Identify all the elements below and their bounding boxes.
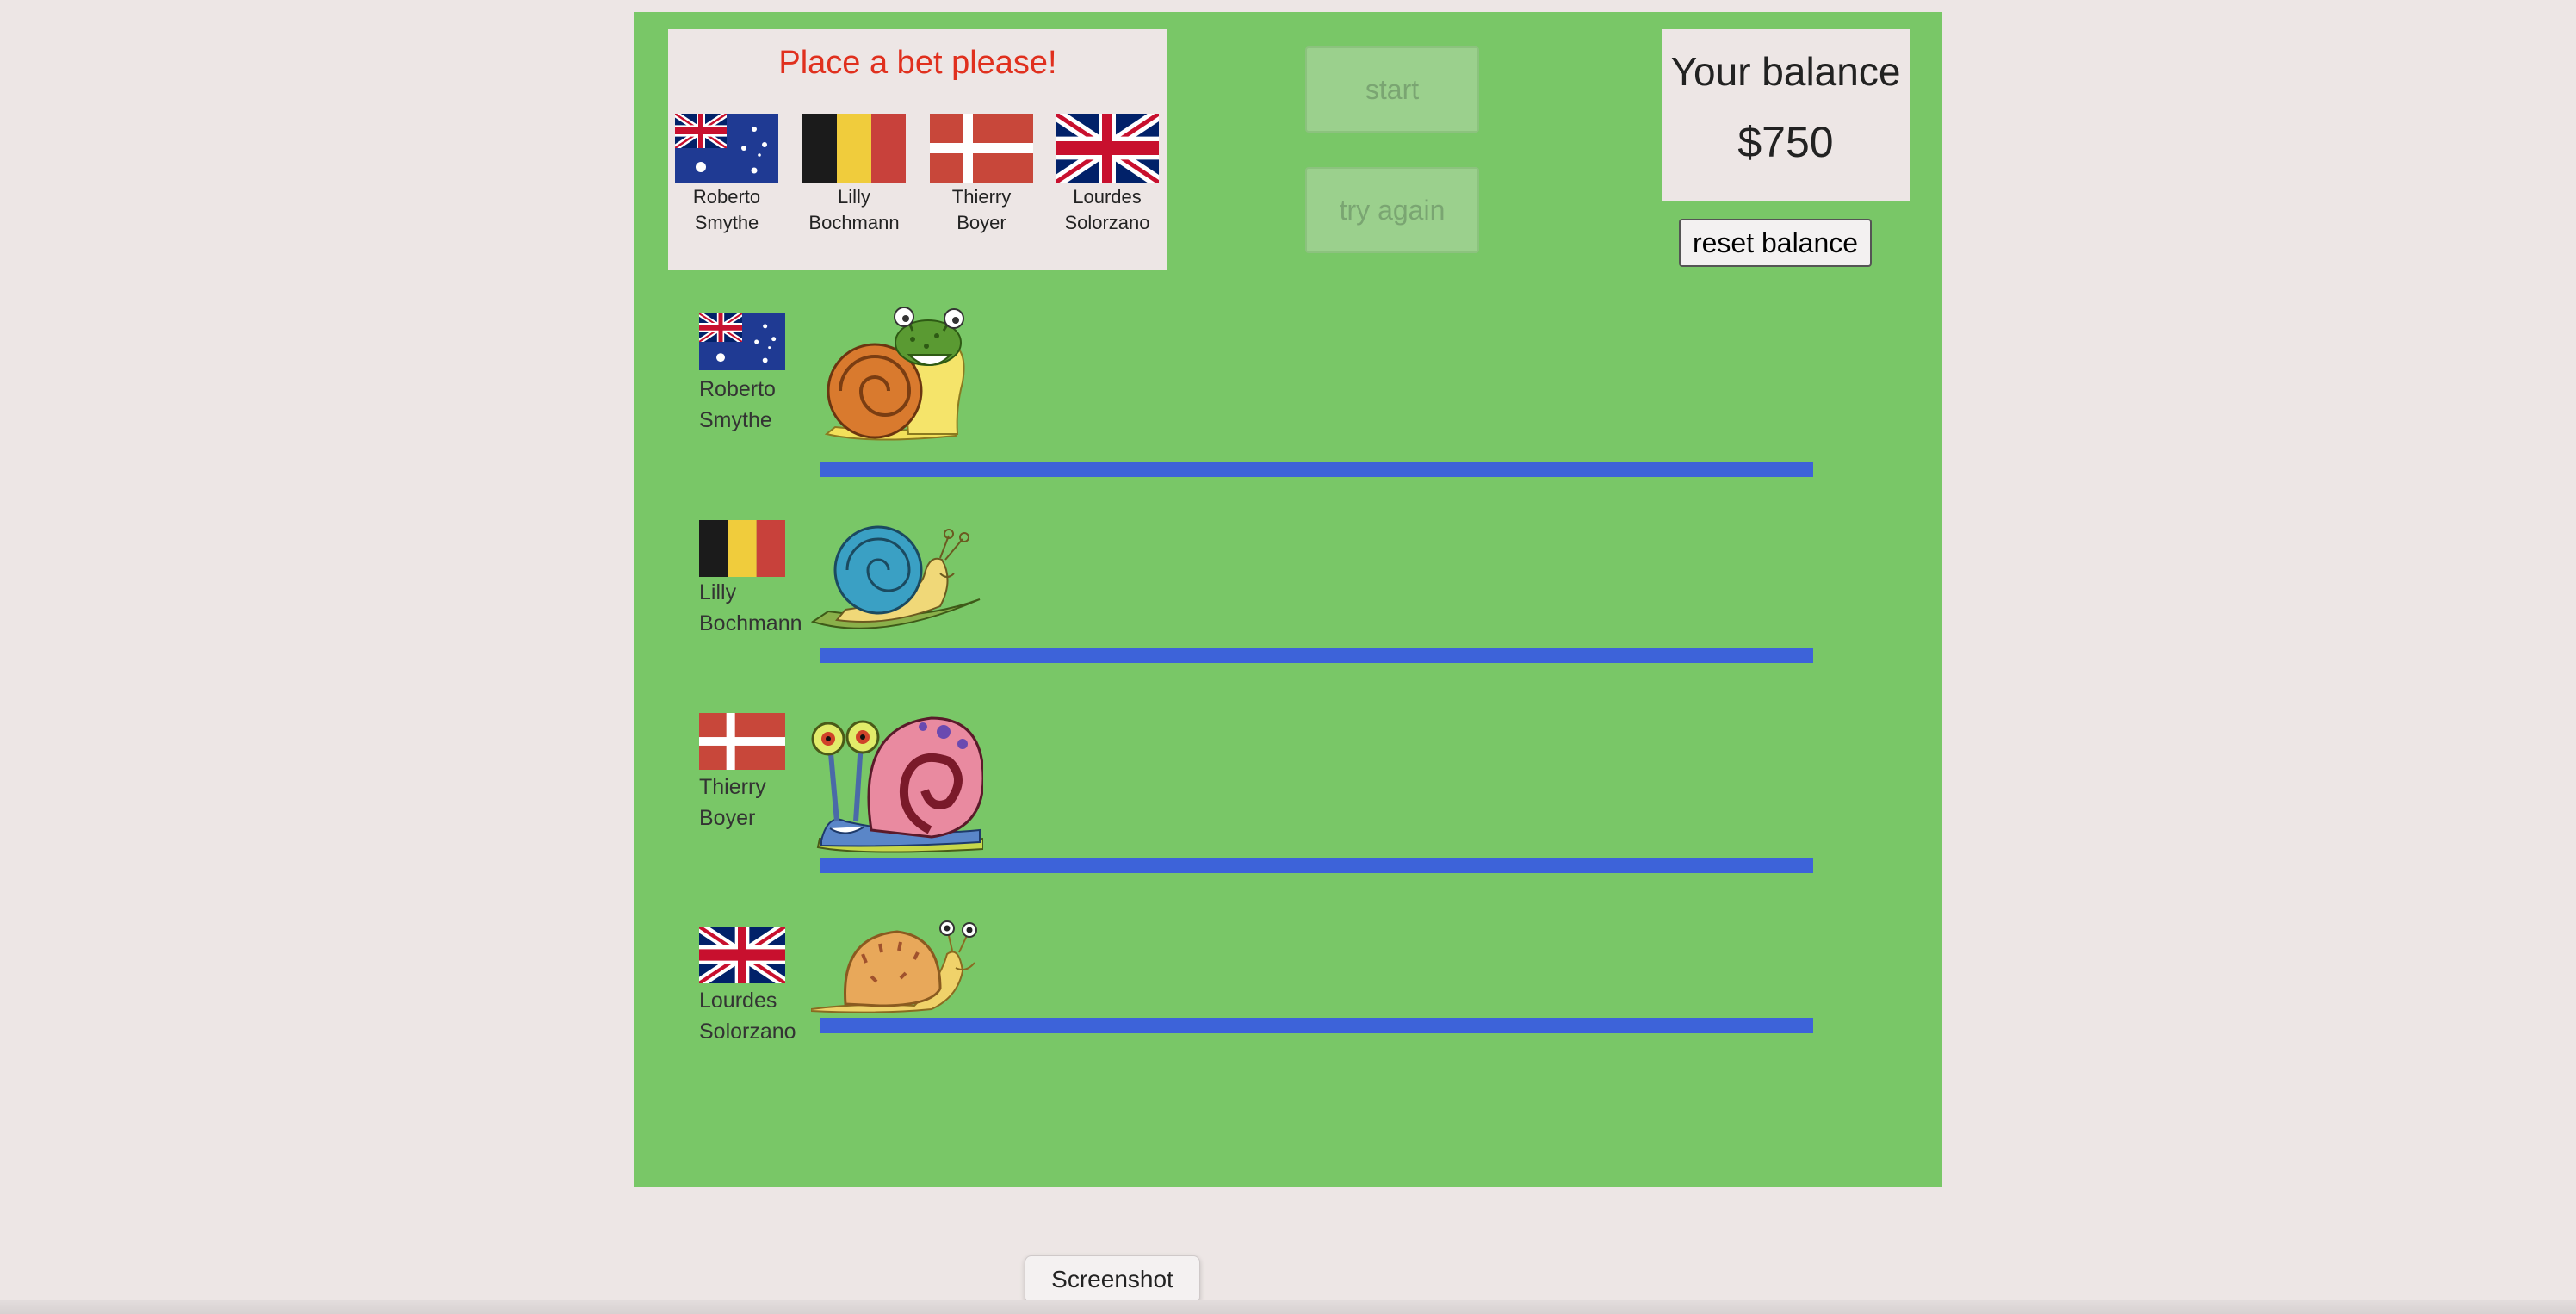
lane-first-name: Roberto [699, 377, 776, 401]
lane-first-name: Thierry [699, 775, 766, 799]
reset-balance-button[interactable]: reset balance [1679, 219, 1872, 267]
australia-flag [675, 114, 778, 183]
pink-snail-icon [811, 716, 983, 853]
screenshot-tooltip: Screenshot [1025, 1255, 1200, 1313]
bet-option-first-name: Lourdes [1073, 186, 1142, 208]
bet-prompt-title: Place a bet please! [778, 45, 1057, 81]
balance-label: Your balance [1670, 49, 1901, 94]
denmark-flag [699, 713, 785, 770]
bet-option-roberto-smythe[interactable]: Roberto Smythe [673, 114, 780, 236]
race-track [820, 1018, 1813, 1033]
bet-option-first-name: Roberto [692, 186, 761, 208]
australia-flag [699, 313, 785, 370]
race-lane: Thierry Boyer [634, 701, 1942, 873]
bet-option-last-name: Solorzano [1064, 212, 1150, 233]
lane-last-name: Solorzano [699, 1020, 796, 1044]
bet-option-lourdes-solorzano[interactable]: Lourdes Solorzano [1054, 114, 1161, 236]
race-lane: Lourdes Solorzano [634, 908, 1942, 1063]
uk-flag [1056, 114, 1159, 183]
lane-last-name: Bochmann [699, 611, 802, 635]
game-board: Place a bet please! Roberto Smythe Lilly… [634, 12, 1942, 1187]
balance-value: $750 [1737, 118, 1834, 166]
uk-flag [699, 927, 785, 983]
bet-option-last-name: Smythe [694, 212, 759, 233]
try-again-button[interactable]: try again [1305, 167, 1479, 253]
belgium-flag [699, 520, 785, 577]
race-track [820, 858, 1813, 873]
bet-option-last-name: Bochmann [808, 212, 900, 233]
bet-option-lilly-bochmann[interactable]: Lilly Bochmann [801, 114, 907, 236]
bet-option-first-name: Thierry [951, 186, 1012, 208]
balance-panel: Your balance $750 [1662, 29, 1910, 201]
lane-last-name: Boyer [699, 806, 756, 830]
green-snail-icon [824, 307, 965, 441]
bet-panel: Place a bet please! Roberto Smythe Lilly… [668, 29, 1167, 270]
race-lane: Roberto Smythe [634, 305, 1942, 486]
start-button[interactable]: start [1305, 46, 1479, 133]
denmark-flag [930, 114, 1033, 183]
blue-snail-icon [811, 525, 981, 629]
bet-option-thierry-boyer[interactable]: Thierry Boyer [928, 114, 1035, 236]
dock-edge [0, 1300, 2576, 1314]
lane-first-name: Lilly [699, 580, 737, 604]
orange-snail-icon [811, 920, 977, 1013]
race-track [820, 648, 1813, 663]
lane-last-name: Smythe [699, 408, 772, 432]
belgium-flag [802, 114, 906, 183]
bet-option-first-name: Lilly [838, 186, 870, 208]
race-track [820, 462, 1813, 477]
bet-option-last-name: Boyer [957, 212, 1006, 233]
race-lane: Lilly Bochmann [634, 520, 1942, 675]
lane-first-name: Lourdes [699, 989, 777, 1013]
